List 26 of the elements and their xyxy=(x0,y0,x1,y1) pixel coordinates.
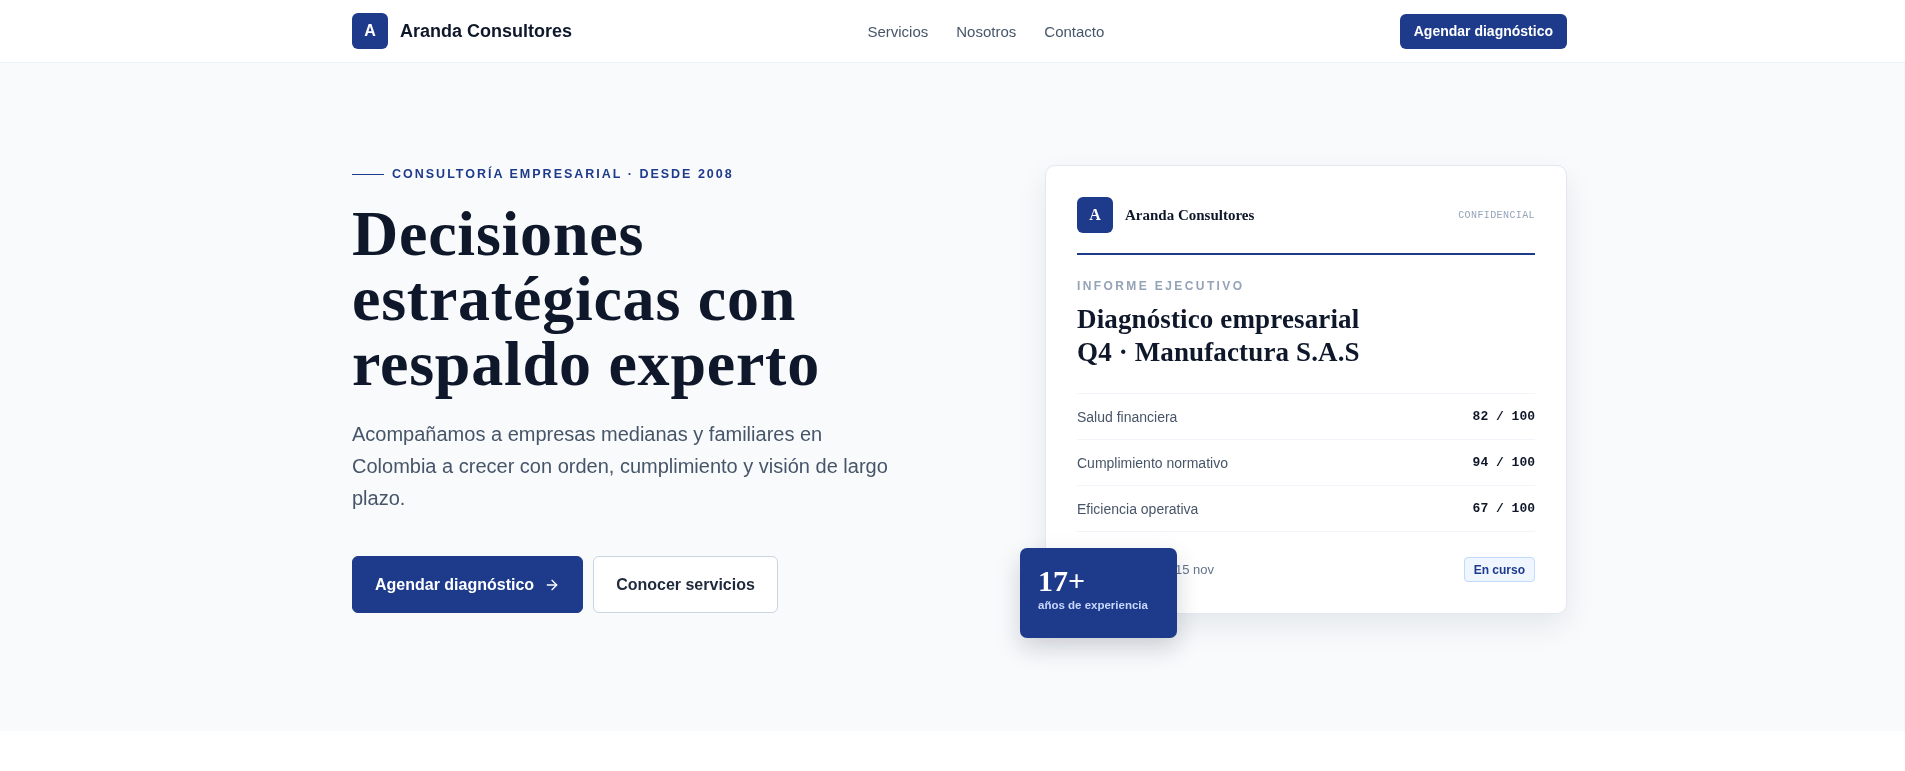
nav-link[interactable]: Servicios xyxy=(867,22,929,40)
eyebrow-rule xyxy=(352,173,384,175)
logo-mark[interactable]: A xyxy=(352,13,388,49)
metric-label: Salud financiera xyxy=(1077,408,1178,425)
report-date: 15 nov xyxy=(1175,562,1215,577)
experience-label: años de experiencia xyxy=(1038,599,1149,611)
logo-mark: A xyxy=(1077,197,1113,233)
brand-name[interactable]: Aranda Consultores xyxy=(400,20,573,42)
eyebrow-text: CONSULTORÍA EMPRESARIAL · DESDE 2008 xyxy=(392,166,734,182)
card-title: Diagnóstico empresarial Q4 · Manufactura S.A.S xyxy=(1077,303,1361,369)
nav-link[interactable]: Contacto xyxy=(1044,22,1105,40)
status-badge: En curso xyxy=(1463,557,1535,582)
confidential-tag: CONFIDENCIAL xyxy=(1458,209,1535,221)
nav-link[interactable]: Nosotros xyxy=(956,22,1017,40)
primary-button[interactable]: Agendar diagnóstico xyxy=(352,556,584,613)
card-eyebrow: INFORME EJECUTIVO xyxy=(1077,278,1246,294)
metric-score: 67 / 100 xyxy=(1472,501,1535,516)
experience-value: 17+ xyxy=(1038,565,1087,597)
metric-label: Cumplimiento normativo xyxy=(1077,454,1228,471)
card-brand-name: Aranda Consultores xyxy=(1125,206,1255,224)
metric-label: Eficiencia operativa xyxy=(1077,500,1199,517)
secondary-button[interactable]: Conocer servicios xyxy=(593,556,778,613)
metric-score: 94 / 100 xyxy=(1472,455,1535,470)
hero-lead: Acompañamos a empresas medianas y familiares en Colombia a crecer con orden, cumplimiento y visión de largo plazo. xyxy=(352,422,889,511)
header-cta-button[interactable]: Agendar diagnóstico xyxy=(1399,13,1567,49)
metric-score: 82 / 100 xyxy=(1472,409,1535,424)
